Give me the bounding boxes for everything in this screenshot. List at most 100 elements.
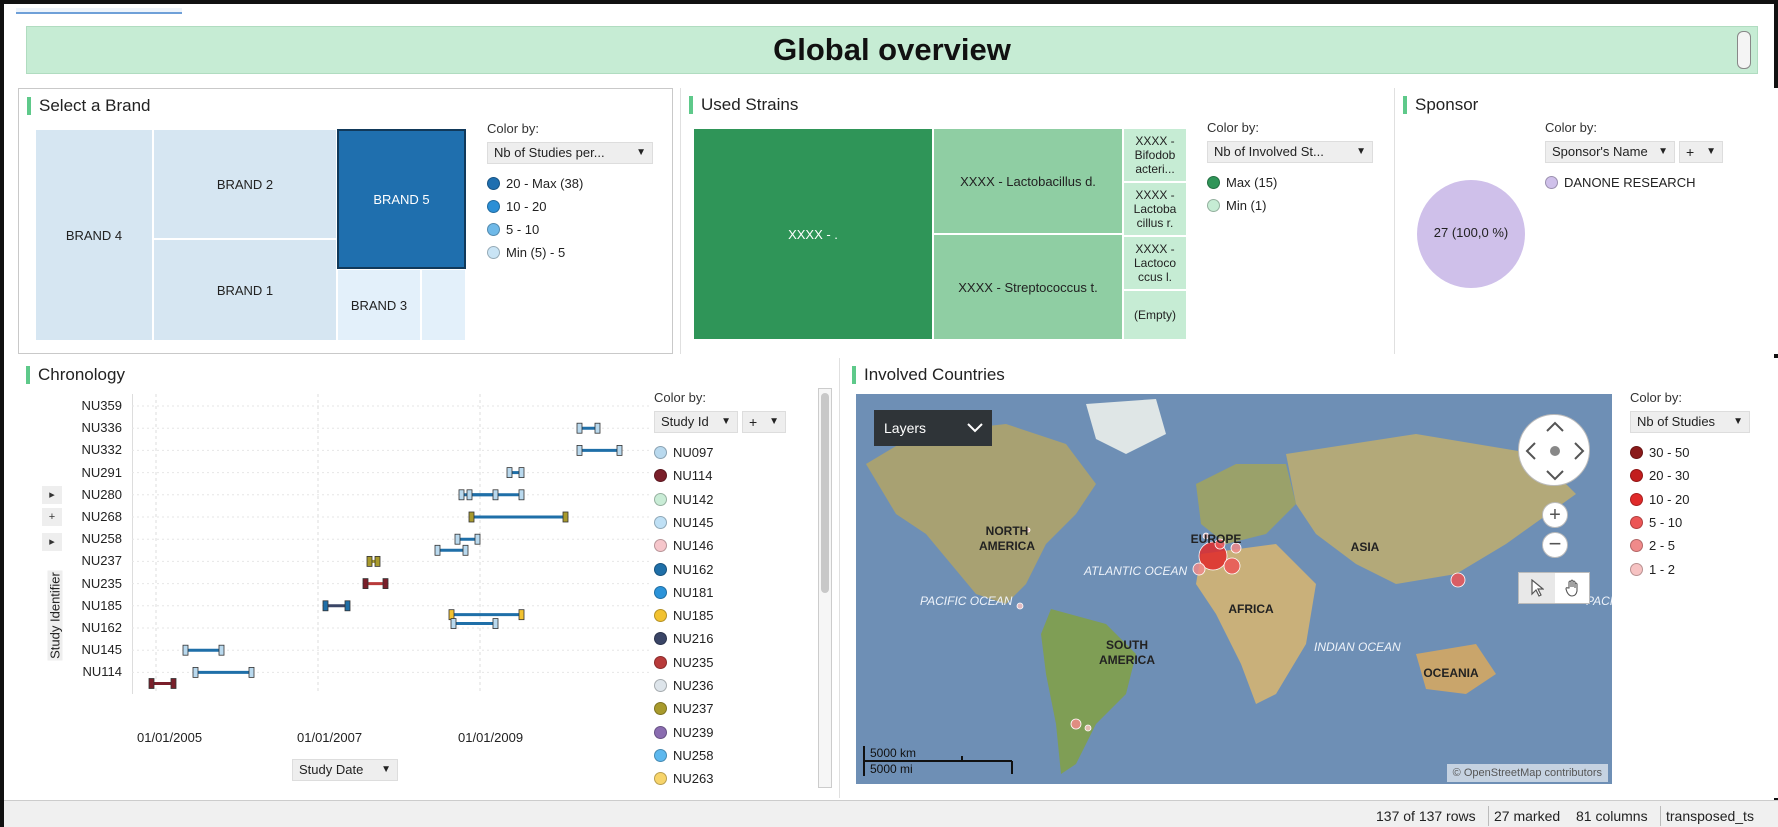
treemap-tile-small[interactable] <box>421 269 466 341</box>
y-tick-label: NU359 <box>81 398 122 413</box>
world-map[interactable]: NORTH AMERICA EUROPE ASIA AFRICA SOUTH A… <box>856 394 1612 784</box>
pointer-icon[interactable] <box>1519 573 1555 603</box>
legend-item[interactable]: NU239 <box>654 724 713 742</box>
legend-item[interactable]: NU258 <box>654 747 713 765</box>
zoom-out-button[interactable]: − <box>1542 532 1568 558</box>
add-color-axis-button[interactable]: + ▼ <box>742 411 786 433</box>
legend-item[interactable]: NU236 <box>654 677 713 695</box>
layers-button[interactable]: Layers <box>874 410 992 446</box>
chronology-bar-cap <box>362 578 369 590</box>
legend-label: 10 - 20 <box>1649 491 1690 507</box>
treemap-tile-lactobacillus-d[interactable]: XXXX - Lactobacillus d. <box>933 128 1123 234</box>
hand-icon[interactable] <box>1555 573 1591 603</box>
treemap-tile-brand-4[interactable]: BRAND 4 <box>35 129 153 341</box>
expand-axis-button[interactable]: ▸ <box>42 533 62 551</box>
y-axis-label[interactable]: Study Identifier <box>47 570 63 661</box>
legend-item[interactable]: DANONE RESEARCH <box>1545 174 1695 192</box>
legend-item[interactable]: NU181 <box>654 584 713 602</box>
scrollbar-thumb[interactable] <box>821 393 829 593</box>
app-window: Global overview Select a Brand BRAND 4 B… <box>0 0 1778 827</box>
treemap-tile-brand-2[interactable]: BRAND 2 <box>153 129 337 239</box>
legend-swatch <box>487 246 500 259</box>
chronology-bar-cap <box>468 511 475 523</box>
ocean-label: ATLANTIC OCEAN <box>1084 564 1188 578</box>
countries-color-by-dropdown[interactable]: Nb of Studies ▼ <box>1630 411 1750 433</box>
page-title-bar: Global overview <box>26 26 1758 74</box>
zoom-in-button[interactable]: + <box>1542 502 1568 528</box>
legend-item[interactable]: Max (15) <box>1207 174 1277 192</box>
treemap-tile-streptococcus-t[interactable]: XXXX - Streptococcus t. <box>933 234 1123 340</box>
chronology-bar-cap <box>148 678 155 689</box>
y-tick-label: NU145 <box>81 642 122 658</box>
legend-item[interactable]: NU237 <box>654 700 713 718</box>
legend-item[interactable]: 1 - 2 <box>1630 561 1675 579</box>
x-axis-dropdown[interactable]: Study Date ▼ <box>292 759 398 781</box>
legend-item[interactable]: NU097 <box>654 444 713 462</box>
y-tick-label: NU185 <box>81 597 122 613</box>
continent-label: EUROPE <box>1190 532 1242 546</box>
chronology-bar-cap <box>458 489 465 501</box>
chronology-bar-cap <box>576 445 583 456</box>
legend-item[interactable]: NU146 <box>654 537 713 555</box>
legend-scrollbar[interactable] <box>818 388 832 788</box>
legend-label: 30 - 50 <box>1649 445 1690 460</box>
legend-item[interactable]: 5 - 10 <box>1630 514 1682 532</box>
legend-swatch <box>654 655 667 669</box>
sponsor-color-by-dropdown[interactable]: Sponsor's Name ▼ <box>1545 141 1675 163</box>
legend-item[interactable]: NU263 <box>654 770 713 788</box>
status-table-name[interactable]: transposed_ts <box>1666 808 1754 824</box>
legend-item[interactable]: 5 - 10 <box>487 221 539 239</box>
greenland-landmass <box>1086 399 1166 454</box>
legend-item[interactable]: Min (5) - 5 <box>487 244 565 262</box>
chronology-bar-cap <box>192 666 199 678</box>
legend-item[interactable]: NU216 <box>654 630 713 648</box>
treemap-tile-brand-3[interactable]: BRAND 3 <box>337 269 421 341</box>
strains-color-by-label: Color by: <box>1207 120 1260 135</box>
legend-item[interactable]: 2 - 5 <box>1630 537 1675 555</box>
chronology-color-by-dropdown[interactable]: Study Id ▼ <box>654 411 738 433</box>
treemap-tile-bifidobacteri[interactable]: XXXX - Bifodob acteri... <box>1123 128 1187 182</box>
title-scrollbar[interactable] <box>1737 31 1751 69</box>
chevron-down-icon: ▼ <box>381 764 391 775</box>
legend-label: NU236 <box>673 678 714 693</box>
legend-item[interactable]: NU235 <box>654 654 713 672</box>
countries-panel: Involved Countries NORTH AMERICA EUROPE <box>844 358 1778 798</box>
legend-item[interactable]: NU142 <box>654 491 713 509</box>
map-pan-control[interactable] <box>1518 414 1590 486</box>
legend-item[interactable]: Min (1) <box>1207 197 1266 215</box>
legend-label: NU239 <box>673 724 714 740</box>
expand-left-button[interactable]: ▸ <box>42 486 62 504</box>
chronology-bar-cap <box>322 600 329 612</box>
treemap-tile-lactobacillus-r[interactable]: XXXX - Lactoba cillus r. <box>1123 182 1187 236</box>
treemap-tile-lactococcus-l[interactable]: XXXX - Lactoco ccus l. <box>1123 236 1187 290</box>
legend-swatch <box>654 492 667 506</box>
strains-color-by-dropdown[interactable]: Nb of Involved St... ▼ <box>1207 141 1373 163</box>
treemap-tile-strain-unknown[interactable]: XXXX - . <box>693 128 933 340</box>
map-attribution[interactable]: © OpenStreetMap contributors <box>1446 764 1608 782</box>
treemap-tile-brand-5[interactable]: BRAND 5 <box>337 129 466 269</box>
brand-color-by-dropdown[interactable]: Nb of Studies per... ▼ <box>487 142 653 164</box>
legend-item[interactable]: 20 - 30 <box>1630 467 1689 485</box>
legend-label: NU185 <box>673 608 714 624</box>
x-tick-label: 01/01/2009 <box>458 730 524 745</box>
y-tick-label: NU237 <box>81 553 122 569</box>
treemap-tile-brand-1[interactable]: BRAND 1 <box>153 239 337 341</box>
add-color-axis-button[interactable]: + ▼ <box>1679 141 1723 163</box>
legend-item[interactable]: 10 - 20 <box>487 198 546 216</box>
legend-item[interactable]: NU185 <box>654 607 713 625</box>
page-tab[interactable] <box>16 8 182 14</box>
add-axis-button[interactable]: + <box>42 508 62 526</box>
legend-item[interactable]: 10 - 20 <box>1630 491 1689 509</box>
legend-item[interactable]: 20 - Max (38) <box>487 175 583 193</box>
country-bubble <box>1450 572 1466 588</box>
legend-item[interactable]: NU162 <box>654 561 713 579</box>
legend-item[interactable]: 30 - 50 <box>1630 444 1689 462</box>
treemap-tile-empty[interactable]: (Empty) <box>1123 290 1187 340</box>
legend-item[interactable]: NU114 <box>654 467 713 485</box>
x-tick-label: 01/01/2005 <box>137 730 203 745</box>
status-separator <box>1488 806 1489 826</box>
status-marked: 27 marked <box>1494 808 1561 824</box>
legend-item[interactable]: NU145 <box>654 514 713 532</box>
legend-label: NU146 <box>673 538 714 554</box>
status-rows: 137 of 137 rows <box>1376 808 1476 824</box>
